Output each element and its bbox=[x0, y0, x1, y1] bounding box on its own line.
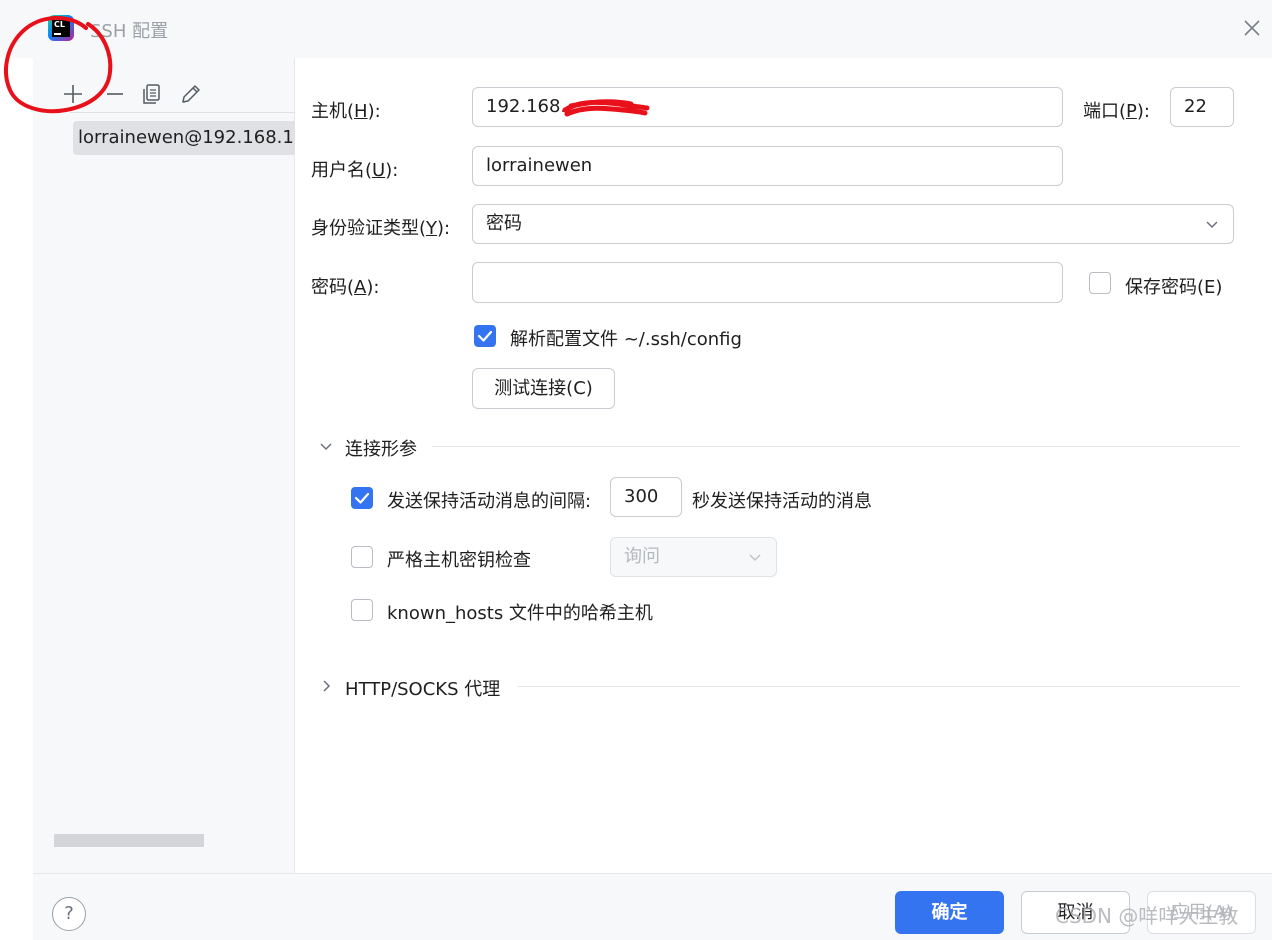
edit-icon[interactable] bbox=[179, 82, 203, 106]
hash-known-hosts-checkbox[interactable] bbox=[351, 599, 373, 621]
redaction-scribble bbox=[562, 99, 650, 117]
password-input[interactable] bbox=[472, 262, 1063, 303]
cancel-button[interactable]: 取消 bbox=[1021, 891, 1130, 934]
clion-logo-icon: CL bbox=[48, 15, 74, 41]
proxy-section-title[interactable]: HTTP/SOCKS 代理 bbox=[345, 675, 500, 701]
check-icon bbox=[477, 330, 493, 342]
test-connection-button[interactable]: 测试连接(C) bbox=[472, 368, 615, 409]
password-label: 密码(A): bbox=[311, 277, 380, 298]
title-bar: CL SSH 配置 bbox=[0, 0, 1272, 58]
parse-config-checkbox[interactable] bbox=[474, 325, 496, 347]
keepalive-suffix: 秒发送保持活动的消息 bbox=[692, 491, 872, 512]
username-label: 用户名(U): bbox=[311, 160, 399, 181]
chevron-right-icon[interactable] bbox=[318, 678, 334, 694]
connection-params-title[interactable]: 连接形参 bbox=[345, 435, 417, 461]
strict-host-key-label: 严格主机密钥检查 bbox=[387, 550, 531, 571]
config-list-item[interactable]: lorrainewen@192.168.10 bbox=[73, 121, 295, 155]
dialog-footer: ? 确定 取消 应用(A) bbox=[33, 873, 1272, 940]
strict-host-key-checkbox[interactable] bbox=[351, 546, 373, 568]
window-title: SSH 配置 bbox=[90, 21, 169, 42]
section-divider bbox=[518, 686, 1240, 687]
copy-icon[interactable] bbox=[140, 82, 164, 106]
strict-host-key-value: 询问 bbox=[624, 546, 660, 567]
minus-icon[interactable] bbox=[103, 82, 127, 106]
apply-button: 应用(A) bbox=[1147, 891, 1256, 934]
save-password-label: 保存密码(E) bbox=[1125, 277, 1223, 298]
host-label: 主机(H): bbox=[311, 101, 381, 122]
parse-config-label: 解析配置文件 ~/.ssh/config bbox=[510, 329, 742, 350]
strict-host-key-select: 询问 bbox=[610, 537, 777, 577]
ok-button[interactable]: 确定 bbox=[895, 891, 1004, 934]
plus-icon[interactable] bbox=[61, 82, 85, 106]
chevron-down-icon bbox=[749, 554, 761, 562]
close-icon[interactable] bbox=[1240, 16, 1264, 40]
help-button[interactable]: ? bbox=[52, 897, 86, 931]
keepalive-label: 发送保持活动消息的间隔: bbox=[387, 491, 592, 512]
port-label: 端口(P): bbox=[1083, 101, 1150, 122]
auth-type-value: 密码 bbox=[486, 213, 522, 234]
username-input[interactable]: lorrainewen bbox=[472, 146, 1063, 186]
chevron-down-icon bbox=[1206, 221, 1218, 229]
chevron-down-icon[interactable] bbox=[318, 438, 334, 454]
toolbar-divider bbox=[70, 112, 295, 113]
keepalive-interval-input[interactable]: 300 bbox=[610, 477, 682, 517]
keepalive-checkbox[interactable] bbox=[351, 487, 373, 509]
port-input[interactable]: 22 bbox=[1170, 87, 1234, 127]
save-password-checkbox[interactable] bbox=[1089, 272, 1111, 294]
horizontal-scrollbar[interactable] bbox=[54, 834, 204, 847]
hash-known-hosts-label: known_hosts 文件中的哈希主机 bbox=[387, 603, 653, 624]
auth-type-label: 身份验证类型(Y): bbox=[311, 218, 451, 239]
host-value: 192.168. bbox=[486, 96, 567, 117]
auth-type-select[interactable]: 密码 bbox=[472, 204, 1234, 244]
check-icon bbox=[354, 492, 370, 504]
section-divider bbox=[432, 446, 1240, 447]
host-input[interactable]: 192.168. bbox=[472, 87, 1063, 127]
config-list-panel: lorrainewen@192.168.10 bbox=[33, 58, 295, 873]
